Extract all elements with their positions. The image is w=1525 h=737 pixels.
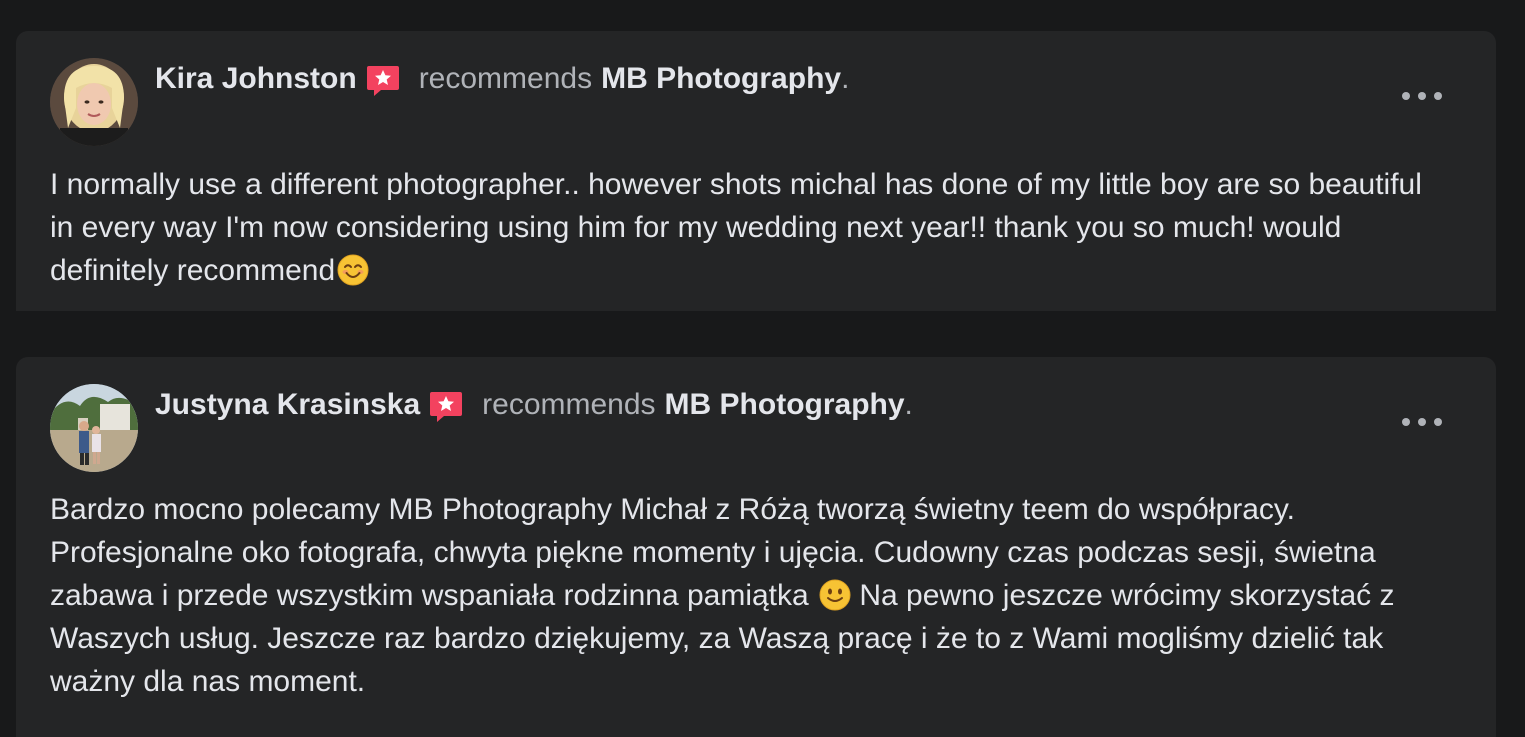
recommend-star-badge-icon	[428, 389, 464, 425]
slightly-smiling-face-icon	[819, 579, 851, 611]
recommends-text: recommends	[482, 388, 656, 421]
more-options-icon	[1402, 418, 1410, 426]
review-headline: Kira Johnston recommends MB Photography …	[155, 59, 849, 99]
review-headline: Justyna Krasinska recommends MB Photogra…	[155, 385, 913, 425]
review-text: Bardzo mocno polecamy MB Photography Mic…	[50, 488, 1436, 703]
more-options-button[interactable]	[1402, 409, 1442, 435]
review-card: Kira Johnston recommends MB Photography …	[16, 31, 1496, 311]
avatar[interactable]	[50, 58, 138, 146]
page-name-link[interactable]: MB Photography	[665, 388, 905, 422]
author-name[interactable]: Kira Johnston	[155, 62, 357, 96]
headline-period: .	[904, 388, 913, 421]
more-options-dot	[1418, 418, 1426, 426]
headline-period: .	[841, 62, 850, 95]
more-options-dot	[1434, 418, 1442, 426]
smiling-face-with-smiling-eyes-icon	[337, 254, 369, 286]
review-text: I normally use a different photographer.…	[50, 163, 1436, 292]
more-options-dot	[1434, 92, 1442, 100]
author-name[interactable]: Justyna Krasinska	[155, 388, 420, 422]
more-options-icon	[1402, 92, 1410, 100]
review-card: Justyna Krasinska recommends MB Photogra…	[16, 357, 1496, 737]
avatar[interactable]	[50, 384, 138, 472]
page-name-link[interactable]: MB Photography	[601, 62, 841, 96]
recommend-star-badge-icon	[365, 63, 401, 99]
more-options-dot	[1418, 92, 1426, 100]
more-options-button[interactable]	[1402, 83, 1442, 109]
recommends-text: recommends	[418, 62, 593, 95]
review-text-content: I normally use a different photographer.…	[50, 168, 1422, 287]
